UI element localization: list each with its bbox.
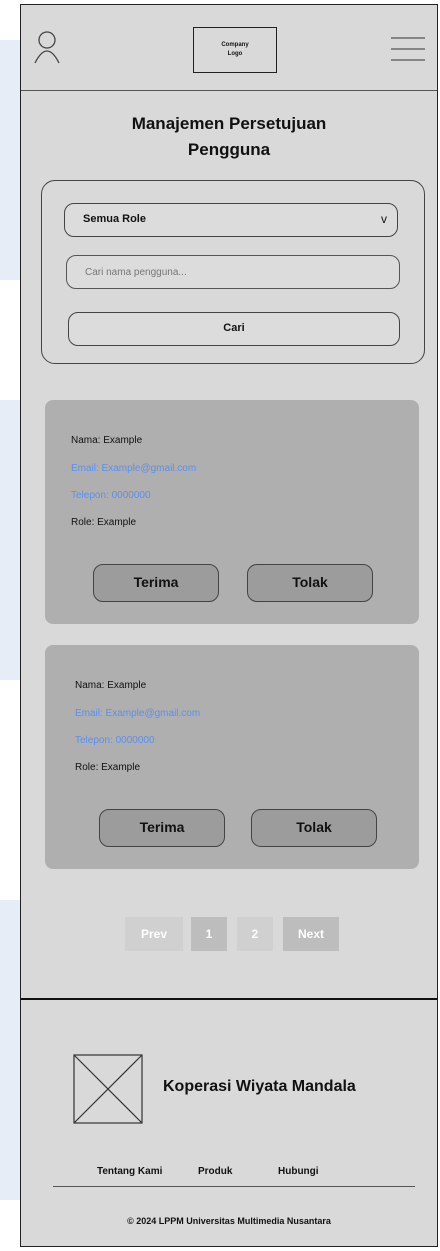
filter-card: Semua Role v Cari — [41, 180, 425, 364]
reject-button[interactable]: Tolak — [251, 809, 377, 847]
hamburger-menu-icon[interactable] — [391, 35, 425, 63]
user-email[interactable]: Email: Example@gmail.com — [75, 707, 200, 721]
page-title: Manajemen Persetujuan Pengguna — [21, 111, 437, 163]
pagination: Prev 1 2 Next — [21, 917, 437, 951]
footer-link-about[interactable]: Tentang Kami — [97, 1166, 162, 1177]
watermark-shape — [0, 900, 20, 1200]
user-name: Nama: Example — [71, 435, 143, 446]
accept-button[interactable]: Terima — [99, 809, 225, 847]
page-2-button[interactable]: 2 — [237, 917, 273, 951]
user-name: Nama: Example — [75, 680, 147, 691]
footer-divider — [53, 1186, 415, 1187]
next-page-button[interactable]: Next — [283, 917, 339, 951]
chevron-down-icon: v — [381, 212, 387, 226]
search-input[interactable] — [66, 255, 400, 289]
user-icon[interactable] — [33, 29, 61, 65]
footer-link-products[interactable]: Produk — [198, 1166, 232, 1177]
copyright: © 2024 LPPM Universitas Multimedia Nusan… — [127, 1216, 331, 1226]
watermark-shape — [0, 40, 20, 280]
role-select-value: Semua Role — [83, 213, 146, 225]
user-role: Role: Example — [71, 517, 137, 528]
logo-line-2: Logo — [227, 51, 243, 57]
page-1-button[interactable]: 1 — [191, 917, 227, 951]
user-email[interactable]: Email: Example@gmail.com — [71, 462, 196, 476]
prev-page-button[interactable]: Prev — [125, 917, 183, 951]
user-phone[interactable]: Telepon: 0000000 — [75, 734, 155, 748]
page-title-line-2: Pengguna — [187, 140, 271, 159]
accept-button[interactable]: Terima — [93, 564, 219, 602]
watermark-shape — [0, 400, 20, 680]
mobile-frame: Company Logo Manajemen Persetujuan Pengg… — [20, 4, 438, 1247]
user-card: Nama: Example Email: Example@gmail.com T… — [45, 645, 419, 869]
user-card: Nama: Example Email: Example@gmail.com T… — [45, 400, 419, 624]
footer-link-contact[interactable]: Hubungi — [278, 1166, 319, 1177]
organization-name: Koperasi Wiyata Mandala — [163, 1078, 356, 1095]
search-button[interactable]: Cari — [68, 312, 400, 346]
company-logo[interactable]: Company Logo — [193, 27, 277, 73]
image-placeholder-icon — [73, 1054, 143, 1124]
footer: Koperasi Wiyata Mandala Tentang Kami Pro… — [21, 998, 437, 1248]
role-select[interactable]: Semua Role v — [64, 203, 398, 237]
header: Company Logo — [21, 5, 437, 91]
logo-line-1: Company — [221, 42, 249, 48]
reject-button[interactable]: Tolak — [247, 564, 373, 602]
user-phone[interactable]: Telepon: 0000000 — [71, 489, 151, 503]
page-title-line-1: Manajemen Persetujuan — [131, 114, 327, 133]
user-role: Role: Example — [75, 762, 141, 773]
